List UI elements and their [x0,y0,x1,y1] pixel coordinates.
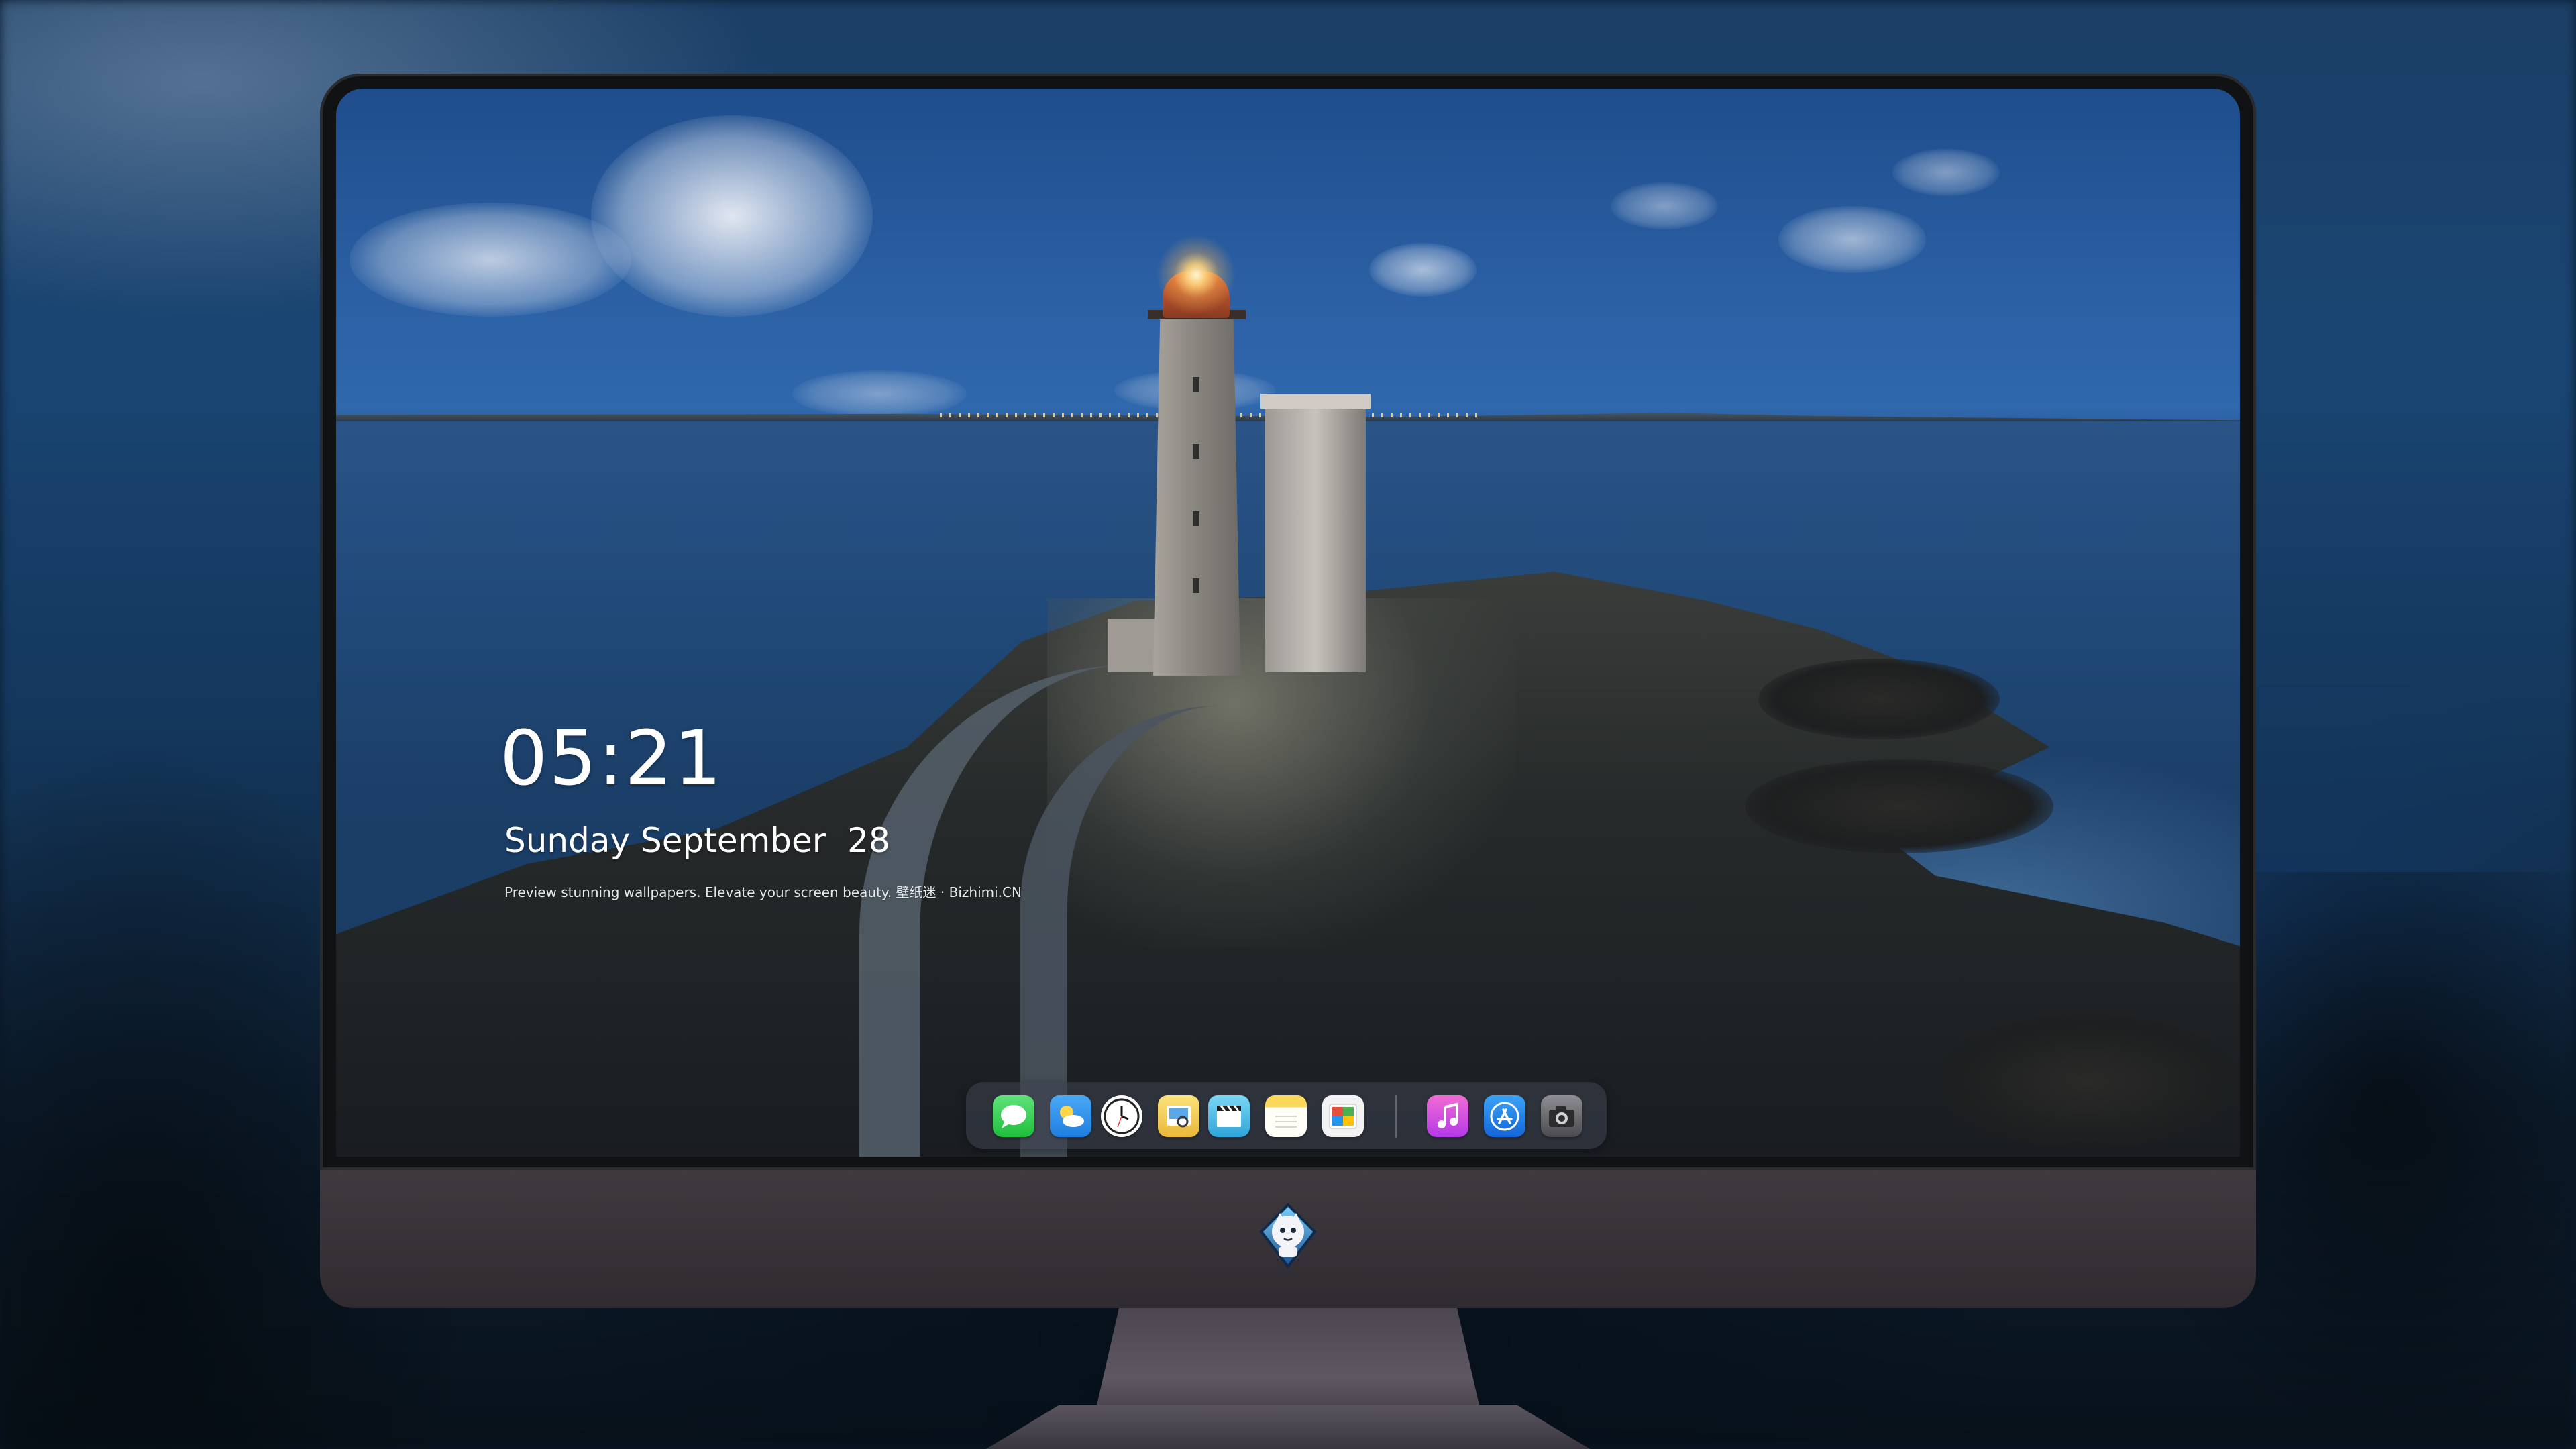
weather-icon[interactable] [1050,1095,1091,1137]
monitor-screen [336,89,2240,1157]
messages-icon[interactable] [993,1095,1034,1137]
lighthouse-window [1193,511,1199,526]
clock-icon[interactable] [1101,1095,1142,1137]
secondary-tower-top [1260,394,1371,409]
lighthouse-tower [1153,313,1240,676]
dock-separator [1395,1095,1397,1138]
video-editor-icon[interactable] [1208,1095,1250,1137]
lock-screen-date: Sunday September 28 [504,821,890,860]
monitor-stand-base [986,1405,1590,1449]
photos-icon[interactable] [1322,1095,1364,1137]
cloud [1778,206,1926,273]
lighthouse-beam [1156,235,1236,315]
cloud [792,370,967,417]
lighthouse-window [1193,377,1199,392]
cloud [591,115,873,317]
preview-icon[interactable] [1158,1095,1199,1137]
brand-logo [1253,1201,1323,1271]
lighthouse-window [1193,444,1199,459]
reef [1758,659,2000,739]
cloud [1892,149,2000,196]
app-store-icon[interactable] [1484,1095,1525,1137]
reef [1745,759,2053,853]
music-icon[interactable] [1427,1095,1468,1137]
cloud [350,203,631,317]
lighthouse-window [1193,578,1199,593]
notes-icon[interactable] [1265,1095,1307,1137]
secondary-tower [1265,404,1366,672]
reef [1933,1014,2240,1148]
lock-screen-time: 05:21 [500,715,723,802]
camera-icon[interactable] [1541,1095,1582,1137]
cloud [1369,243,1477,297]
lock-screen-tagline: Preview stunning wallpapers. Elevate you… [504,884,1022,900]
cloud [1611,182,1718,229]
